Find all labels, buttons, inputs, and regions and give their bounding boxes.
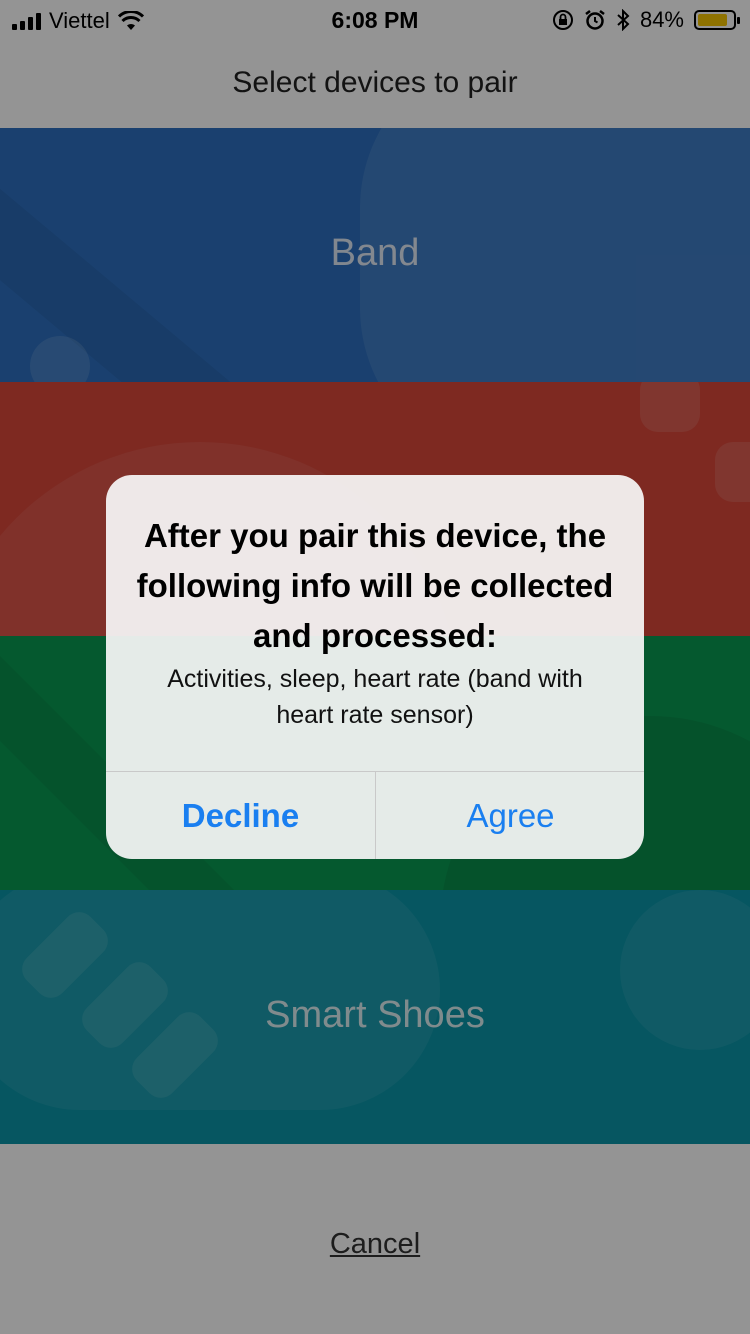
alert-message: Activities, sleep, heart rate (band with…: [167, 665, 583, 729]
decline-button[interactable]: Decline: [106, 772, 375, 859]
agree-button[interactable]: Agree: [376, 772, 644, 859]
privacy-alert: After you pair this device, the followin…: [106, 475, 644, 859]
alert-title: After you pair this device, the followin…: [136, 517, 614, 654]
